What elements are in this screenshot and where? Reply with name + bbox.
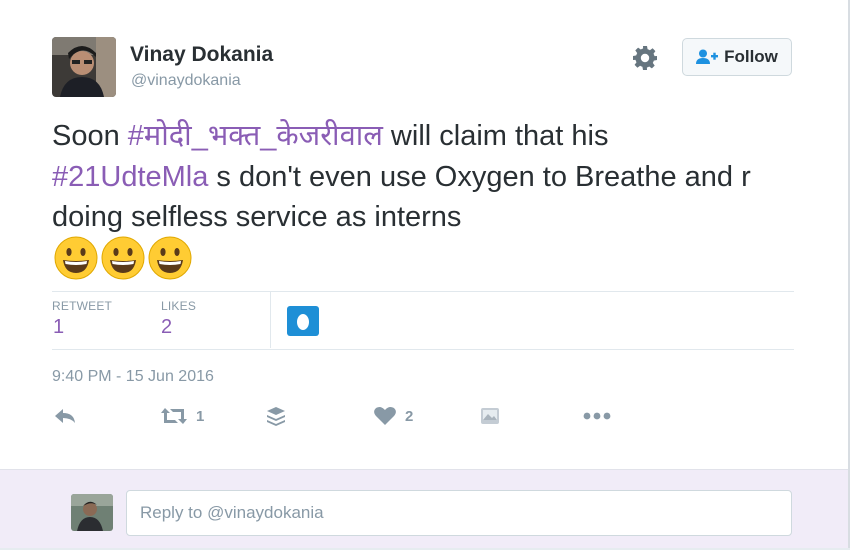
reply-icon xyxy=(55,409,75,423)
likes-stat-label[interactable]: LIKES xyxy=(161,299,196,313)
retweet-stat-count[interactable]: 1 xyxy=(53,316,64,339)
hashtag-21udtemla[interactable]: #21UdteMla xyxy=(52,161,208,193)
image-icon xyxy=(481,408,499,424)
buffer-button[interactable] xyxy=(265,404,287,428)
grinning-face-icon xyxy=(148,236,192,280)
default-egg-icon xyxy=(297,314,309,330)
text-segment: Soon xyxy=(52,120,128,152)
gear-icon[interactable] xyxy=(632,45,658,71)
user-avatar[interactable] xyxy=(52,37,116,97)
heart-icon xyxy=(374,407,396,425)
follow-label: Follow xyxy=(724,47,778,66)
retweet-count: 1 xyxy=(196,407,205,425)
hashtag-modi-bhakt-kejriwal[interactable]: #मोदी_भक्त_केजरीवाल xyxy=(128,120,383,152)
liker-avatar[interactable] xyxy=(287,306,319,336)
buffer-stack-icon xyxy=(267,407,285,426)
like-button[interactable]: 2 xyxy=(373,404,413,428)
like-count: 2 xyxy=(405,407,414,425)
current-user-avatar xyxy=(71,494,113,531)
tweet-timestamp[interactable]: 9:40 PM - 15 Jun 2016 xyxy=(52,368,214,386)
more-button[interactable] xyxy=(583,404,611,428)
retweet-button[interactable]: 1 xyxy=(160,404,204,428)
retweet-icon xyxy=(161,408,187,424)
follow-button[interactable]: Follow xyxy=(682,38,792,76)
divider xyxy=(52,349,794,350)
media-button[interactable] xyxy=(480,404,500,428)
tweet-text: Soon #मोदी_भक्त_केजरीवाल will claim that… xyxy=(52,116,812,238)
emoji-row xyxy=(54,236,192,280)
more-dots-icon xyxy=(583,412,611,420)
divider xyxy=(52,291,794,292)
grinning-face-icon xyxy=(54,236,98,280)
reply-input[interactable]: Reply to @vinaydokania xyxy=(126,490,792,536)
retweet-stat-label[interactable]: RETWEET xyxy=(52,299,112,313)
text-segment: will claim that his xyxy=(382,120,609,152)
grinning-face-icon xyxy=(101,236,145,280)
avatar-image xyxy=(71,494,113,531)
avatar-image xyxy=(52,37,116,97)
add-user-icon xyxy=(696,49,719,64)
reply-button[interactable] xyxy=(53,404,77,428)
display-name[interactable]: Vinay Dokania xyxy=(130,43,273,67)
reply-area: Reply to @vinaydokania xyxy=(0,469,848,548)
user-handle[interactable]: @vinaydokania xyxy=(131,72,241,90)
stats-separator xyxy=(270,292,271,348)
likes-stat-count[interactable]: 2 xyxy=(161,316,172,339)
tweet-card: Vinay Dokania @vinaydokania Follow Soon … xyxy=(0,0,850,548)
